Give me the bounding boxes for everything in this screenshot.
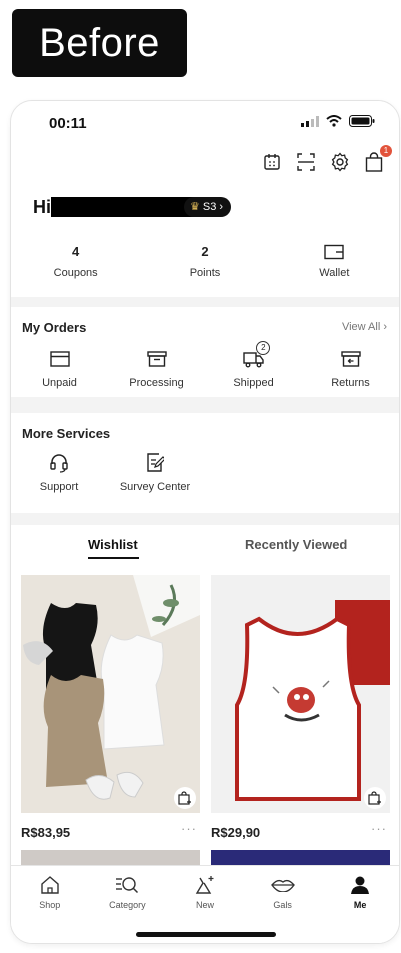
nav-label: Category	[109, 900, 146, 910]
shipped-icon: 2	[205, 341, 302, 371]
section-title: My Orders	[22, 320, 87, 335]
processing-icon	[108, 347, 205, 371]
service-label: Survey Center	[119, 481, 191, 493]
stat-value: 4	[72, 244, 80, 259]
account-stats: 4 Coupons 2 Points Wallet	[11, 241, 399, 279]
status-time: 00:11	[49, 115, 87, 132]
crown-icon: ♛	[190, 201, 200, 213]
shopping-bag-icon[interactable]: 1	[363, 145, 392, 173]
order-label: Unpaid	[42, 377, 77, 389]
greeting-text: Hi	[33, 197, 51, 217]
wifi-icon	[326, 115, 342, 127]
order-returns[interactable]: Returns	[302, 347, 399, 389]
order-status-row: Unpaid Processing 2 Shipped Returns	[11, 341, 399, 389]
product-card[interactable]	[21, 575, 200, 813]
order-label: Processing	[129, 377, 184, 389]
nav-gals[interactable]: Gals	[244, 874, 322, 922]
before-label: Before	[12, 9, 187, 77]
signal-icon	[301, 115, 319, 127]
membership-level-text: S3	[202, 201, 217, 213]
product-price: R$83,95	[21, 825, 71, 840]
home-icon	[11, 874, 89, 896]
survey-icon	[107, 453, 203, 473]
category-search-icon	[89, 874, 167, 896]
section-title: More Services	[22, 426, 111, 441]
my-orders-section: My Orders View All › Unpaid Processing 2	[11, 307, 399, 397]
headset-icon	[11, 453, 107, 473]
nav-me[interactable]: Me	[321, 874, 399, 922]
chevron-right-icon: ›	[219, 201, 224, 213]
scan-icon[interactable]	[295, 151, 317, 173]
product-price: R$29,90	[211, 825, 261, 840]
cart-count-badge: 1	[380, 145, 392, 157]
order-label: Shipped	[233, 377, 274, 389]
stat-wallet[interactable]: Wallet	[270, 241, 399, 279]
more-options-icon[interactable]: ···	[371, 821, 387, 836]
battery-icon	[349, 115, 375, 127]
unpaid-icon	[11, 347, 108, 371]
order-unpaid[interactable]: Unpaid	[11, 347, 108, 389]
add-to-bag-icon	[178, 791, 191, 805]
nav-label: New	[195, 900, 214, 910]
nav-label: Gals	[273, 900, 292, 910]
stat-label: Coupons	[53, 267, 98, 279]
membership-level-badge[interactable]: ♛ S3 ›	[184, 197, 232, 217]
phone-screen: 00:11 1 Hi ♛ S3 › 4 Coupons 2 Points Wal…	[10, 100, 400, 944]
status-icons	[301, 115, 375, 127]
stat-coupons[interactable]: 4 Coupons	[11, 241, 140, 279]
view-all-link[interactable]: View All ›	[342, 321, 387, 333]
nav-label: Shop	[39, 900, 61, 910]
person-icon	[321, 874, 399, 896]
tab-recently-viewed[interactable]: Recently Viewed	[245, 537, 347, 552]
new-icon	[166, 874, 244, 896]
nav-new[interactable]: New	[166, 874, 244, 922]
header-icons: 1	[261, 145, 392, 173]
stat-label: Points	[189, 267, 221, 279]
product-image	[21, 575, 200, 813]
add-to-cart-button[interactable]	[364, 787, 386, 809]
service-support[interactable]: Support	[11, 453, 107, 493]
nav-category[interactable]: Category	[89, 874, 167, 922]
wishlist-tabs: Wishlist Recently Viewed	[11, 537, 399, 561]
active-tab-underline	[88, 557, 139, 559]
add-to-bag-icon	[368, 791, 381, 805]
wallet-icon	[270, 241, 399, 263]
stat-value: 2	[201, 244, 209, 259]
add-to-cart-button[interactable]	[174, 787, 196, 809]
returns-icon	[302, 347, 399, 371]
services-row: Support Survey Center	[11, 453, 203, 493]
tab-wishlist[interactable]: Wishlist	[88, 537, 138, 552]
more-services-section: More Services Support Survey Center	[11, 413, 399, 513]
calendar-checkin-icon[interactable]	[261, 151, 283, 173]
order-processing[interactable]: Processing	[108, 347, 205, 389]
settings-gear-icon[interactable]	[329, 151, 351, 173]
stat-points[interactable]: 2 Points	[140, 241, 269, 279]
bottom-navigation: Shop Category New Gals Me	[11, 865, 399, 943]
order-label: Returns	[331, 377, 370, 389]
nav-label: Me	[353, 900, 367, 910]
product-card[interactable]	[211, 575, 390, 813]
profile-section: 00:11 1 Hi ♛ S3 › 4 Coupons 2 Points Wal…	[11, 101, 399, 297]
more-options-icon[interactable]: ···	[181, 821, 197, 836]
stat-label: Wallet	[319, 267, 350, 279]
service-survey-center[interactable]: Survey Center	[107, 453, 203, 493]
lips-icon	[244, 874, 322, 896]
nav-shop[interactable]: Shop	[11, 874, 89, 922]
home-indicator	[136, 932, 276, 937]
redacted-username	[51, 197, 196, 217]
shipped-count-badge: 2	[256, 341, 271, 355]
product-image	[211, 575, 390, 813]
service-label: Support	[39, 481, 79, 493]
order-shipped[interactable]: 2 Shipped	[205, 341, 302, 389]
